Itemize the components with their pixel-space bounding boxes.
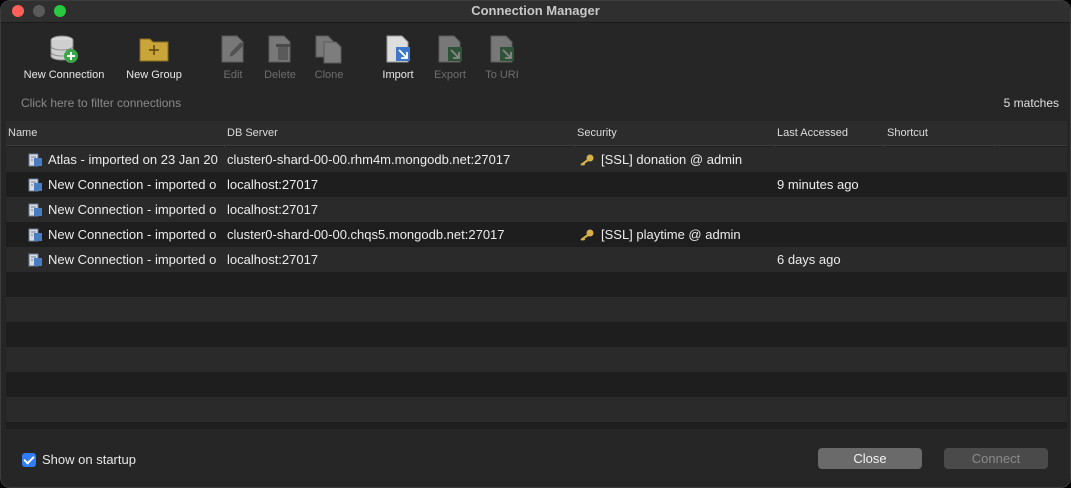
- key-icon: [579, 154, 595, 166]
- table-row[interactable]: New Connection - imported o localhost:27…: [6, 197, 1067, 222]
- connection-icon: [28, 203, 43, 217]
- connection-icon: [28, 153, 43, 167]
- column-header-name[interactable]: Name: [8, 127, 37, 139]
- connection-manager-window: Connection Manager New Connection New Gr…: [0, 0, 1071, 488]
- table-row[interactable]: New Connection - imported o cluster0-sha…: [6, 222, 1067, 247]
- match-count: 5 matches: [1003, 96, 1059, 110]
- database-add-icon: [48, 33, 80, 65]
- close-button[interactable]: Close: [818, 448, 922, 469]
- new-group-button[interactable]: New Group: [124, 33, 184, 81]
- empty-row: [6, 297, 1067, 322]
- export-icon: [434, 33, 466, 65]
- empty-row: [6, 397, 1067, 422]
- edit-button[interactable]: Edit: [219, 33, 247, 81]
- to-uri-button[interactable]: To URI: [485, 33, 519, 81]
- clone-icon: [313, 33, 345, 65]
- table-row[interactable]: New Connection - imported o localhost:27…: [6, 247, 1067, 272]
- export-button[interactable]: Export: [432, 33, 468, 81]
- connection-icon: [28, 178, 43, 192]
- import-icon: [382, 33, 414, 65]
- connections-table: Name DB Server Security Last Accessed Sh…: [6, 121, 1067, 429]
- window-title: Connection Manager: [471, 3, 600, 18]
- delete-icon: [264, 33, 296, 65]
- folder-add-icon: [138, 33, 170, 65]
- delete-button[interactable]: Delete: [263, 33, 297, 81]
- show-on-startup-checkbox[interactable]: Show on startup: [22, 452, 136, 467]
- table-header: Name DB Server Security Last Accessed Sh…: [6, 121, 1067, 146]
- new-connection-button[interactable]: New Connection: [21, 33, 107, 81]
- column-header-last-accessed[interactable]: Last Accessed: [777, 127, 848, 139]
- connect-button[interactable]: Connect: [944, 448, 1048, 469]
- title-bar: Connection Manager: [1, 1, 1070, 23]
- table-row[interactable]: New Connection - imported o localhost:27…: [6, 172, 1067, 197]
- filter-input[interactable]: Click here to filter connections: [21, 96, 181, 110]
- column-header-security[interactable]: Security: [577, 127, 617, 139]
- edit-icon: [217, 33, 249, 65]
- connection-icon: [28, 253, 43, 267]
- empty-row: [6, 322, 1067, 347]
- import-button[interactable]: Import: [380, 33, 416, 81]
- table-row[interactable]: Atlas - imported on 23 Jan 20 cluster0-s…: [6, 147, 1067, 172]
- table-body: Atlas - imported on 23 Jan 20 cluster0-s…: [6, 147, 1067, 429]
- key-icon: [579, 229, 595, 241]
- empty-row: [6, 372, 1067, 397]
- clone-button[interactable]: Clone: [313, 33, 345, 81]
- column-header-server[interactable]: DB Server: [227, 127, 278, 139]
- connection-icon: [28, 228, 43, 242]
- toolbar: New Connection New Group Edit Delete Clo…: [1, 23, 1070, 89]
- uri-icon: [486, 33, 518, 65]
- checkbox-checked-icon[interactable]: [22, 452, 36, 467]
- empty-row: [6, 347, 1067, 372]
- column-header-shortcut[interactable]: Shortcut: [887, 127, 928, 139]
- empty-row: [6, 422, 1067, 429]
- empty-row: [6, 272, 1067, 297]
